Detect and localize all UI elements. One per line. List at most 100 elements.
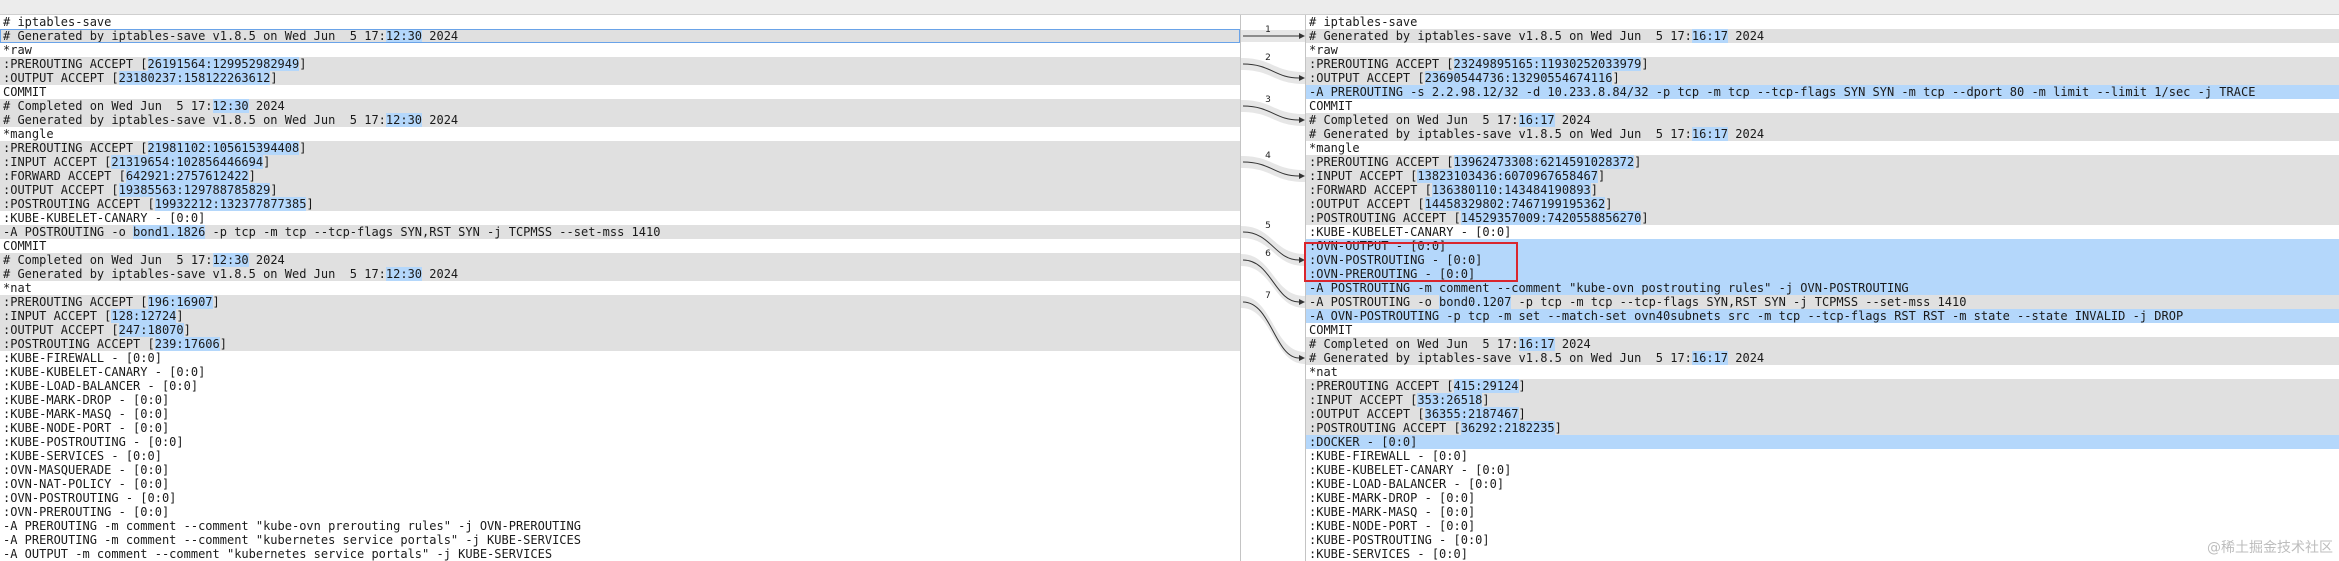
line-text: :OVN-NAT-POLICY - [0:0]	[3, 477, 170, 491]
left-diff-line[interactable]: :FORWARD ACCEPT [642921:2757612422]	[0, 169, 1240, 183]
right-diff-line[interactable]: :INPUT ACCEPT [353:26518]	[1306, 393, 2339, 407]
right-diff-line[interactable]: :INPUT ACCEPT [13823103436:6070967658467…	[1306, 169, 2339, 183]
right-diff-line[interactable]: :KUBE-SERVICES - [0:0]	[1306, 547, 2339, 561]
right-diff-line[interactable]: :OUTPUT ACCEPT [14458329802:746719919536…	[1306, 197, 2339, 211]
left-diff-line[interactable]: :OVN-MASQUERADE - [0:0]	[0, 463, 1240, 477]
line-text: 2024	[1728, 127, 1765, 141]
line-text: # Generated by iptables-save v1.8.5 on W…	[3, 29, 386, 43]
left-diff-line[interactable]: :POSTROUTING ACCEPT [19932212:1323778773…	[0, 197, 1240, 211]
right-diff-pane[interactable]: # iptables-save # Generated by iptables-s…	[1305, 15, 2339, 561]
left-diff-line[interactable]: :PREROUTING ACCEPT [26191564:12995298294…	[0, 57, 1240, 71]
right-diff-line[interactable]: :PREROUTING ACCEPT [415:29124]	[1306, 379, 2339, 393]
left-diff-line[interactable]: :KUBE-KUBELET-CANARY - [0:0]	[0, 211, 1240, 225]
right-diff-line[interactable]: :PREROUTING ACCEPT [13962473308:62145910…	[1306, 155, 2339, 169]
right-diff-line[interactable]: # iptables-save	[1306, 15, 2339, 29]
right-diff-line[interactable]: :KUBE-LOAD-BALANCER - [0:0]	[1306, 477, 2339, 491]
right-diff-line[interactable]: :KUBE-POSTROUTING - [0:0]	[1306, 533, 2339, 547]
line-text: ]	[1641, 57, 1649, 71]
right-diff-line[interactable]: :OUTPUT ACCEPT [23690544736:132905546741…	[1306, 71, 2339, 85]
left-diff-line[interactable]: # Completed on Wed Jun 5 17:12:30 2024	[0, 99, 1240, 113]
left-diff-line[interactable]: :KUBE-NODE-PORT - [0:0]	[0, 421, 1240, 435]
changed-token: 23249895165:11930252033979	[1453, 57, 1642, 71]
right-diff-line[interactable]: :KUBE-MARK-DROP - [0:0]	[1306, 491, 2339, 505]
left-diff-line[interactable]: *nat	[0, 281, 1240, 295]
left-diff-line[interactable]: *raw	[0, 43, 1240, 57]
left-diff-line[interactable]: COMMIT	[0, 85, 1240, 99]
left-diff-line[interactable]: :OVN-NAT-POLICY - [0:0]	[0, 477, 1240, 491]
left-diff-line[interactable]: :INPUT ACCEPT [21319654:102856446694]	[0, 155, 1240, 169]
right-diff-line[interactable]: :PREROUTING ACCEPT [23249895165:11930252…	[1306, 57, 2339, 71]
left-diff-line[interactable]: :INPUT ACCEPT [128:12724]	[0, 309, 1240, 323]
line-text: :KUBE-MARK-MASQ - [0:0]	[3, 407, 170, 421]
left-diff-line[interactable]: :OUTPUT ACCEPT [23180237:158122263612]	[0, 71, 1240, 85]
right-diff-line[interactable]: :KUBE-KUBELET-CANARY - [0:0]	[1306, 463, 2339, 477]
right-diff-line[interactable]: :KUBE-KUBELET-CANARY - [0:0]	[1306, 225, 2339, 239]
right-diff-line[interactable]: # Generated by iptables-save v1.8.5 on W…	[1306, 29, 2339, 43]
right-diff-line[interactable]: -A POSTROUTING -m comment --comment "kub…	[1306, 281, 2339, 295]
left-diff-line[interactable]: # Completed on Wed Jun 5 17:12:30 2024	[0, 253, 1240, 267]
left-diff-line[interactable]: :KUBE-POSTROUTING - [0:0]	[0, 435, 1240, 449]
right-diff-line[interactable]: # Generated by iptables-save v1.8.5 on W…	[1306, 127, 2339, 141]
right-diff-line[interactable]: :OVN-POSTROUTING - [0:0]	[1306, 253, 2339, 267]
changed-token: bond1.1826	[133, 225, 206, 239]
left-diff-line[interactable]: # Generated by iptables-save v1.8.5 on W…	[0, 113, 1240, 127]
left-diff-pane[interactable]: # iptables-save # Generated by iptables-s…	[0, 15, 1241, 561]
left-diff-line[interactable]: :POSTROUTING ACCEPT [239:17606]	[0, 337, 1240, 351]
right-diff-line[interactable]: -A POSTROUTING -o bond0.1207 -p tcp -m t…	[1306, 295, 2339, 309]
left-diff-line[interactable]: :KUBE-MARK-MASQ - [0:0]	[0, 407, 1240, 421]
left-diff-line[interactable]: :KUBE-FIREWALL - [0:0]	[0, 351, 1240, 365]
left-diff-line[interactable]: :KUBE-LOAD-BALANCER - [0:0]	[0, 379, 1240, 393]
line-text: # Completed on Wed Jun 5 17:	[3, 253, 213, 267]
right-diff-line[interactable]: -A OVN-POSTROUTING -p tcp -m set --match…	[1306, 309, 2339, 323]
left-diff-line[interactable]: -A POSTROUTING -o bond1.1826 -p tcp -m t…	[0, 225, 1240, 239]
left-diff-line[interactable]: :PREROUTING ACCEPT [196:16907]	[0, 295, 1240, 309]
left-diff-line[interactable]: -A OUTPUT -m comment --comment "kubernet…	[0, 547, 1240, 561]
right-diff-line[interactable]: *raw	[1306, 43, 2339, 57]
right-diff-line[interactable]: :POSTROUTING ACCEPT [36292:2182235]	[1306, 421, 2339, 435]
right-diff-line[interactable]: :OVN-OUTPUT - [0:0]	[1306, 239, 2339, 253]
change-marker-number: 6	[1265, 249, 1271, 259]
left-diff-line[interactable]: -A PREROUTING -m comment --comment "kube…	[0, 519, 1240, 533]
right-diff-line[interactable]: :KUBE-NODE-PORT - [0:0]	[1306, 519, 2339, 533]
change-marker-number: 7	[1265, 291, 1271, 301]
right-diff-line[interactable]: :OUTPUT ACCEPT [36355:2187467]	[1306, 407, 2339, 421]
right-diff-line[interactable]: :POSTROUTING ACCEPT [14529357009:7420558…	[1306, 211, 2339, 225]
right-diff-line[interactable]: :KUBE-MARK-MASQ - [0:0]	[1306, 505, 2339, 519]
line-text: -A PREROUTING -s 2.2.98.12/32 -d 10.233.…	[1309, 85, 2256, 99]
right-diff-line[interactable]: COMMIT	[1306, 99, 2339, 113]
right-diff-line[interactable]: :FORWARD ACCEPT [136380110:143484190893]	[1306, 183, 2339, 197]
left-diff-line[interactable]: *mangle	[0, 127, 1240, 141]
right-diff-line[interactable]: :KUBE-FIREWALL - [0:0]	[1306, 449, 2339, 463]
right-diff-line[interactable]: # Generated by iptables-save v1.8.5 on W…	[1306, 351, 2339, 365]
right-diff-line[interactable]: *nat	[1306, 365, 2339, 379]
left-diff-line[interactable]: :KUBE-SERVICES - [0:0]	[0, 449, 1240, 463]
line-text: COMMIT	[1309, 323, 1353, 337]
line-text: :PREROUTING ACCEPT [	[1309, 155, 1454, 169]
left-diff-line[interactable]: :OUTPUT ACCEPT [19385563:129788785829]	[0, 183, 1240, 197]
left-diff-line[interactable]: :OVN-PREROUTING - [0:0]	[0, 505, 1240, 519]
left-diff-line[interactable]: # Generated by iptables-save v1.8.5 on W…	[0, 29, 1240, 43]
right-diff-line[interactable]: *mangle	[1306, 141, 2339, 155]
left-diff-line[interactable]: # iptables-save	[0, 15, 1240, 29]
line-text: 2024	[1554, 337, 1591, 351]
line-text: # iptables-save	[1309, 15, 1418, 29]
line-text: ]	[1612, 71, 1620, 85]
left-diff-line[interactable]: COMMIT	[0, 239, 1240, 253]
left-diff-line[interactable]: :OVN-POSTROUTING - [0:0]	[0, 491, 1240, 505]
right-diff-line[interactable]: COMMIT	[1306, 323, 2339, 337]
left-diff-line[interactable]: -A PREROUTING -m comment --comment "kube…	[0, 533, 1240, 547]
changed-token: 14458329802:7467199195362	[1424, 197, 1606, 211]
left-diff-line[interactable]: :PREROUTING ACCEPT [21981102:10561539440…	[0, 141, 1240, 155]
left-diff-line[interactable]: # Generated by iptables-save v1.8.5 on W…	[0, 267, 1240, 281]
right-diff-line[interactable]: # Completed on Wed Jun 5 17:16:17 2024	[1306, 113, 2339, 127]
right-diff-line[interactable]: -A PREROUTING -s 2.2.98.12/32 -d 10.233.…	[1306, 85, 2339, 99]
right-diff-line[interactable]: :OVN-PREROUTING - [0:0]	[1306, 267, 2339, 281]
line-text: :INPUT ACCEPT [	[1309, 393, 1418, 407]
left-diff-line[interactable]: :KUBE-MARK-DROP - [0:0]	[0, 393, 1240, 407]
right-diff-line[interactable]: :DOCKER - [0:0]	[1306, 435, 2339, 449]
line-text: :KUBE-SERVICES - [0:0]	[3, 449, 162, 463]
left-diff-line[interactable]: :KUBE-KUBELET-CANARY - [0:0]	[0, 365, 1240, 379]
right-diff-line[interactable]: # Completed on Wed Jun 5 17:16:17 2024	[1306, 337, 2339, 351]
line-text: :FORWARD ACCEPT [	[3, 169, 126, 183]
left-diff-line[interactable]: :OUTPUT ACCEPT [247:18070]	[0, 323, 1240, 337]
